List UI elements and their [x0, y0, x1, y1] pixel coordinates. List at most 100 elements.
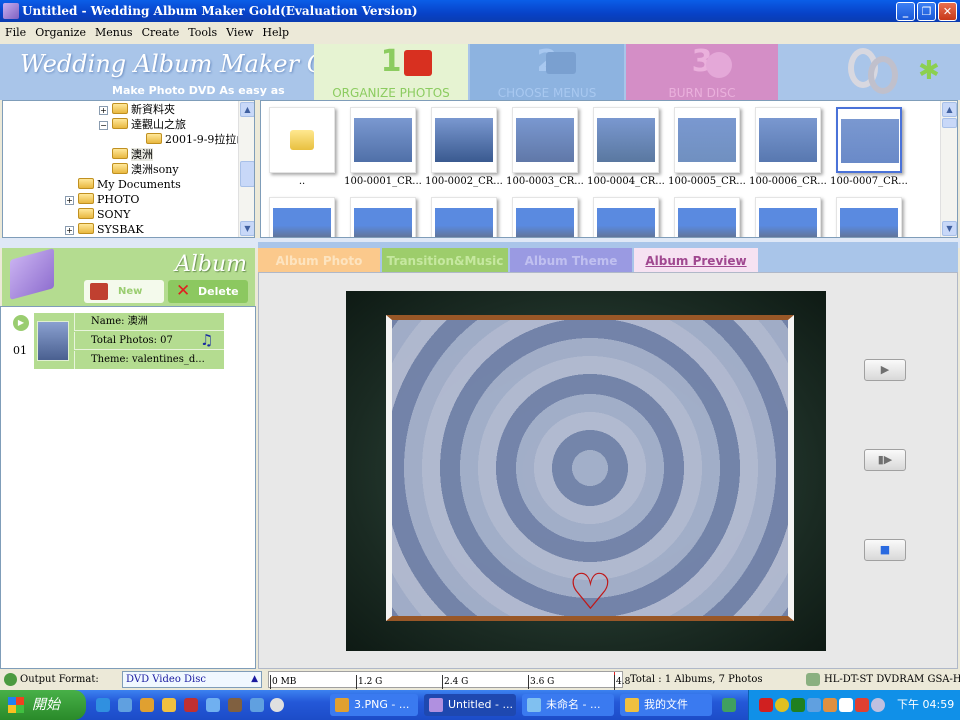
step-burn-disc[interactable]: 3 BURN DISC	[626, 44, 778, 100]
tree-item[interactable]: + 新資料夾	[99, 102, 175, 117]
minimize-button[interactable]: _	[896, 2, 915, 21]
tree-item[interactable]: 澳洲	[99, 147, 153, 162]
close-button[interactable]: ✕	[938, 2, 957, 21]
tree-item[interactable]: + PHOTO	[65, 192, 139, 207]
thumbnail[interactable]	[431, 107, 497, 173]
thumbnail[interactable]	[593, 107, 659, 173]
thumbnail-label: 100-0001_CR...	[344, 176, 422, 187]
scroll-thumb[interactable]	[240, 161, 254, 187]
output-format-select[interactable]: DVD Video Disc ▲	[122, 671, 262, 688]
thumbnail[interactable]	[836, 107, 902, 173]
thumbnail[interactable]	[674, 107, 740, 173]
tray-icon[interactable]	[855, 698, 869, 712]
thumbnail[interactable]	[593, 197, 659, 237]
thumbnail[interactable]	[512, 107, 578, 173]
expand-icon[interactable]: +	[65, 226, 74, 235]
quicklaunch-icon[interactable]	[118, 698, 132, 712]
task-untitled[interactable]: Untitled - ...	[424, 694, 516, 716]
tree-item-label: My Documents	[97, 178, 181, 191]
thumbnail[interactable]	[269, 107, 335, 173]
expand-icon[interactable]: +	[65, 196, 74, 205]
album-item[interactable]: ▶ 01 Name: 澳洲 Total Photos: 07 ♫ Theme: …	[11, 313, 231, 373]
step-organize-photos[interactable]: 1 ORGANIZE PHOTOS	[314, 44, 468, 100]
task-label: Untitled - ...	[448, 698, 513, 711]
delete-album-button[interactable]: ✕ Delete	[168, 280, 248, 303]
tab-album-photo[interactable]: Album Photo	[258, 248, 380, 272]
thumbnail[interactable]	[431, 197, 497, 237]
step-choose-menus[interactable]: 2 CHOOSE MENUS	[470, 44, 624, 100]
restore-button[interactable]: ❐	[917, 2, 936, 21]
folder-icon[interactable]	[162, 698, 176, 712]
scroll-thumb[interactable]	[942, 118, 957, 128]
step-number: 1	[380, 44, 402, 79]
thumbnail[interactable]	[755, 197, 821, 237]
menu-organize[interactable]: Organize	[35, 26, 86, 39]
dropdown-arrow-icon[interactable]: ▲	[251, 672, 258, 687]
start-button[interactable]: 開始	[0, 690, 86, 720]
collapse-icon[interactable]: −	[99, 121, 108, 130]
tab-album-preview[interactable]: Album Preview	[634, 248, 758, 272]
quicklaunch-icon[interactable]	[140, 698, 154, 712]
task-label: 我的文件	[644, 698, 688, 711]
menu-file[interactable]: File	[5, 26, 26, 39]
tray-icon[interactable]	[759, 698, 773, 712]
tree-item[interactable]: 2001-9-9拉拉山	[133, 132, 247, 147]
drive-name[interactable]: HL-DT-ST DVDRAM GSA-H	[824, 669, 960, 690]
thumbnail-label: ..	[298, 176, 306, 187]
thumbnail[interactable]	[755, 107, 821, 173]
play-album-icon[interactable]: ▶	[13, 315, 29, 331]
expand-icon[interactable]: +	[99, 106, 108, 115]
ime-icon[interactable]	[722, 698, 736, 712]
tray-icon[interactable]	[871, 698, 885, 712]
task-untitled-cn[interactable]: 未命名 - ...	[522, 694, 614, 716]
thumbnail[interactable]	[350, 107, 416, 173]
tree-item[interactable]: My Documents	[65, 177, 181, 192]
tray-icon[interactable]	[775, 698, 789, 712]
tree-item[interactable]: − 達觀山之旅	[99, 117, 186, 132]
tree-scrollbar[interactable]: ▲ ▼	[238, 101, 254, 237]
menu-create[interactable]: Create	[142, 26, 180, 39]
thumbnail[interactable]	[674, 197, 740, 237]
heart-decoration-icon: ♡	[568, 563, 613, 621]
tab-transition-music[interactable]: Transition&Music	[382, 248, 508, 272]
stop-button[interactable]: ■	[864, 539, 906, 561]
step-label: ORGANIZE PHOTOS	[332, 86, 450, 100]
vb-icon[interactable]	[184, 698, 198, 712]
thumbnail-scrollbar[interactable]: ▲ ▼	[940, 101, 957, 237]
quicklaunch-icon[interactable]	[250, 698, 264, 712]
thumbnail[interactable]	[350, 197, 416, 237]
task-my-documents[interactable]: 我的文件	[620, 694, 712, 716]
menu-view[interactable]: View	[226, 26, 253, 39]
thumbnail-label: 100-0006_CR...	[749, 176, 827, 187]
quicklaunch-icon[interactable]	[206, 698, 220, 712]
media-icon[interactable]	[270, 698, 284, 712]
tree-item-label: 澳洲sony	[131, 163, 179, 176]
task-3png[interactable]: 3.PNG - ...	[330, 694, 418, 716]
tray-icon[interactable]	[839, 698, 853, 712]
tray-icon[interactable]	[807, 698, 821, 712]
quicklaunch-icon[interactable]	[228, 698, 242, 712]
step-forward-button[interactable]: ▮▶	[864, 449, 906, 471]
delete-x-icon: ✕	[176, 281, 191, 301]
scroll-up-button[interactable]: ▲	[942, 102, 957, 117]
scroll-up-button[interactable]: ▲	[240, 102, 254, 117]
tree-item[interactable]: + SYSBAK	[65, 222, 144, 237]
menu-tools[interactable]: Tools	[188, 26, 217, 39]
thumbnail[interactable]	[836, 197, 902, 237]
tab-album-theme[interactable]: Album Theme	[510, 248, 632, 272]
thumbnail[interactable]	[269, 197, 335, 237]
thumbnail-image	[435, 118, 493, 162]
scroll-down-button[interactable]: ▼	[240, 221, 254, 236]
tree-item[interactable]: SONY	[65, 207, 130, 222]
scroll-down-button[interactable]: ▼	[942, 221, 957, 236]
new-album-button[interactable]: New	[84, 280, 164, 303]
play-button[interactable]: ▶	[864, 359, 906, 381]
tree-item[interactable]: 澳洲sony	[99, 162, 179, 177]
menu-bar: File Organize Menus Create Tools View Help	[0, 22, 960, 44]
tray-icon[interactable]	[823, 698, 837, 712]
thumbnail[interactable]	[512, 197, 578, 237]
menu-menus[interactable]: Menus	[95, 26, 133, 39]
ie-icon[interactable]	[96, 698, 110, 712]
menu-help[interactable]: Help	[262, 26, 289, 39]
tray-icon[interactable]	[791, 698, 805, 712]
